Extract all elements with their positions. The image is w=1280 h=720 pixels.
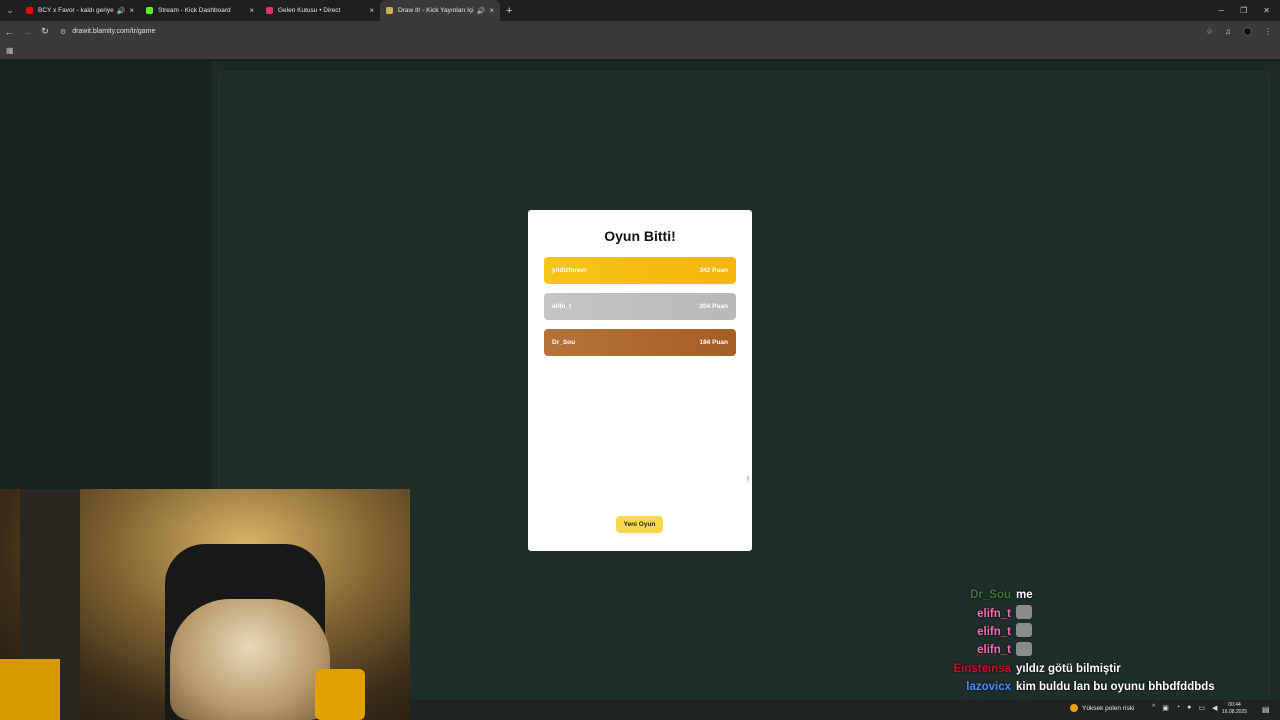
youtube-icon — [26, 7, 33, 14]
tab-0[interactable]: BCY x Favor - kaldı geriye k 🔊 × — [20, 0, 140, 21]
profile-avatar[interactable] — [1243, 27, 1252, 36]
forward-icon[interactable]: → — [18, 27, 36, 37]
notification-icon[interactable]: ▤ — [1262, 705, 1270, 714]
chat-username: Einsteinsa — [953, 662, 1011, 675]
bookmark-star-icon[interactable]: ☆ — [1206, 27, 1213, 36]
chat-text: kim buldu lan bu oyunu bhbdfddbds — [1016, 681, 1215, 694]
minimize-icon[interactable]: ─ — [1218, 6, 1224, 15]
volume-icon[interactable]: ◀ — [1212, 704, 1217, 712]
tab-title: Stream - Kick Dashboard — [158, 7, 231, 14]
chat-username: elifn_t — [977, 607, 1011, 620]
player-score: 342 Puan — [699, 267, 728, 274]
tab-1[interactable]: Stream - Kick Dashboard × — [140, 0, 260, 21]
chat-message: lazovicx kim buldu lan bu oyunu bhbdfddbd… — [930, 678, 1270, 696]
new-tab-button[interactable]: + — [506, 5, 512, 17]
mouse-cursor — [747, 475, 750, 483]
bookmarks-bar: ▦ — [0, 42, 1280, 60]
leaderboard-row-1: yildizforevr 342 Puan — [544, 257, 736, 284]
player-name: yildizforevr — [552, 267, 587, 274]
player-name: Dr_Sou — [552, 339, 576, 346]
chevron-up-icon[interactable]: ^ — [1152, 704, 1155, 712]
clock-time: 00:44 — [1228, 702, 1241, 708]
speaker-icon[interactable]: 🔊 — [477, 7, 486, 15]
weather-icon — [1070, 704, 1078, 712]
media-control-icon[interactable]: ♫ — [1225, 27, 1231, 36]
chat-username: elifn_t — [977, 625, 1011, 638]
taskbar: Yüksek polen riski ^ ▣ ◔ ● ▭ ◀ 00:44 16.… — [410, 700, 1280, 720]
chat-message: elifn_t — [930, 623, 1270, 641]
close-icon[interactable]: × — [489, 6, 494, 15]
tab-title: Gelen Kutusu • Direct — [278, 7, 341, 14]
window-close-icon[interactable]: ✕ — [1263, 6, 1270, 15]
drawit-icon — [386, 7, 393, 14]
site-info-icon[interactable]: ⚙ — [60, 28, 66, 36]
tab-search-icon[interactable]: ⌄ — [0, 0, 20, 21]
webcam-cushion — [315, 669, 365, 720]
system-tray: ^ ▣ ◔ ● ▭ ◀ — [1152, 704, 1217, 712]
url-field[interactable]: ⚙ drawit.blamity.com/tr/game — [60, 24, 1190, 39]
tab-bar: ⌄ BCY x Favor - kaldı geriye k 🔊 × Strea… — [0, 0, 1280, 21]
close-icon[interactable]: × — [369, 6, 374, 15]
window-controls: ─ ❐ ✕ — [1218, 0, 1280, 21]
leaderboard-row-3: Dr_Sou 184 Puan — [544, 329, 736, 356]
clock-date: 16.08.2025 — [1222, 709, 1248, 715]
close-icon[interactable]: × — [129, 6, 134, 15]
instagram-icon — [266, 7, 273, 14]
reload-icon[interactable]: ↻ — [36, 26, 54, 37]
tab-2[interactable]: Gelen Kutusu • Direct × — [260, 0, 380, 21]
chat-message: Einsteinsa yıldız götü bilmiştir — [930, 660, 1270, 678]
toolbar-right: ☆ ♫ ⋮ — [1206, 21, 1272, 42]
restore-icon[interactable]: ❐ — [1240, 6, 1247, 15]
weather-widget[interactable]: Yüksek polen riski — [1070, 704, 1134, 712]
chat-message: elifn_t — [930, 604, 1270, 622]
weather-text: Yüksek polen riski — [1082, 704, 1135, 712]
chat-text — [1016, 641, 1032, 659]
url-text: drawit.blamity.com/tr/game — [72, 28, 156, 35]
display-icon[interactable]: ▭ — [1198, 704, 1205, 712]
close-icon[interactable]: × — [249, 6, 254, 15]
cat-emote-icon — [1016, 641, 1032, 656]
webcam-overlay — [0, 489, 410, 720]
game-over-modal: Oyun Bitti! yildizforevr 342 Puan elifn_… — [528, 210, 752, 551]
chat-text — [1016, 605, 1032, 622]
chat-text — [1016, 623, 1032, 640]
tray-app-icon[interactable]: ▣ — [1162, 704, 1169, 712]
chat-message: Dr_Sou me — [930, 586, 1270, 604]
wifi-icon[interactable]: ◔ — [1176, 704, 1180, 712]
chat-text: me — [1016, 589, 1033, 602]
leaderboard-row-2: elifn_t 204 Puan — [544, 293, 736, 320]
apps-grid-icon[interactable]: ▦ — [6, 46, 14, 55]
mic-icon[interactable]: ● — [1187, 704, 1191, 712]
cat-emote-icon — [1016, 605, 1032, 620]
tab-3[interactable]: Draw It! - Kick Yayınları İçi 🔊 × — [380, 0, 500, 21]
tab-title: Draw It! - Kick Yayınları İçi — [398, 7, 474, 14]
chat-username: Dr_Sou — [970, 589, 1011, 602]
speaker-icon[interactable]: 🔊 — [117, 7, 126, 15]
tab-title: BCY x Favor - kaldı geriye k — [38, 7, 114, 14]
new-game-button[interactable]: Yeni Oyun — [616, 516, 663, 533]
back-icon[interactable]: ← — [0, 27, 18, 37]
address-bar: ← → ↻ ⚙ drawit.blamity.com/tr/game ☆ ♫ ⋮ — [0, 21, 1280, 42]
clock[interactable]: 00:44 16.08.2025 — [1222, 702, 1247, 716]
cat-emote-icon — [1016, 623, 1032, 638]
chat-username: lazovicx — [966, 681, 1011, 694]
webcam-desk — [0, 659, 60, 720]
player-score: 184 Puan — [699, 339, 728, 346]
webcam-person — [170, 599, 330, 720]
player-score: 204 Puan — [699, 303, 728, 310]
chat-overlay: Dr_Sou me elifn_t elifn_t elifn_t Einsteinsa y… — [930, 586, 1270, 715]
chat-username: elifn_t — [977, 644, 1011, 657]
kick-icon — [146, 7, 153, 14]
modal-title: Oyun Bitti! — [604, 228, 676, 244]
chat-message: elifn_t — [930, 641, 1270, 659]
player-name: elifn_t — [552, 303, 572, 310]
chat-text: yıldız götü bilmiştir — [1016, 662, 1121, 675]
menu-icon[interactable]: ⋮ — [1264, 27, 1272, 36]
